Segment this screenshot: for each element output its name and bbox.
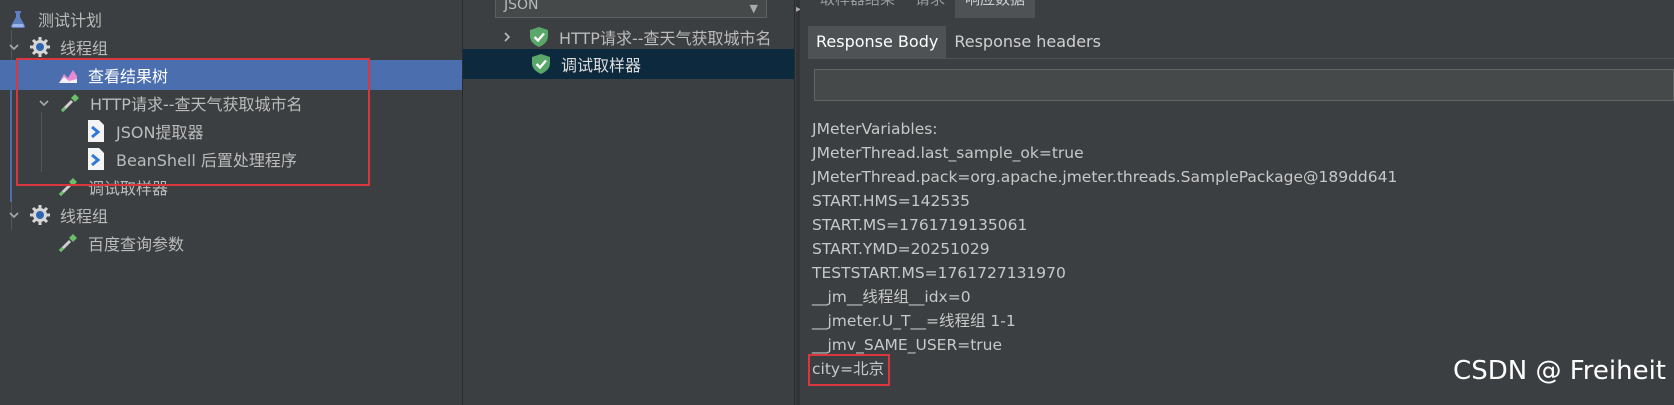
pipette-icon (58, 91, 82, 115)
result-tabs: 取样器结果 请求 响应数据 (810, 0, 1036, 18)
sampler-results-list: JSON ▼ HTTP请求--查天气获取城市名 调试取样器 (463, 0, 794, 405)
chevron-down-icon[interactable] (6, 207, 22, 223)
response-line: __jmeter.U_T__=线程组 1-1 (812, 312, 1016, 330)
renderer-select[interactable]: JSON ▼ (495, 0, 767, 18)
sampler-detail-panel: 取样器结果 请求 响应数据 Response Body Response hea… (800, 0, 1674, 405)
tab-sampler-result[interactable]: 取样器结果 (810, 0, 905, 18)
gear-icon (28, 35, 52, 59)
extractor-icon (84, 147, 108, 171)
tab-request[interactable]: 请求 (905, 0, 955, 18)
tree-item-thread-group-1[interactable]: 线程组 (0, 32, 462, 62)
tree-item-view-results-tree[interactable]: 查看结果树 (0, 60, 462, 90)
pipette-icon (56, 231, 80, 255)
response-line: __jm__线程组__idx=0 (812, 288, 971, 306)
tree-item-label: JSON提取器 (116, 123, 204, 142)
tree-item-label: 调试取样器 (88, 179, 169, 198)
result-row-debug-sampler[interactable]: 调试取样器 (463, 49, 794, 79)
tab-response-data[interactable]: 响应数据 (955, 0, 1036, 18)
search-input[interactable] (814, 69, 1674, 101)
response-line: TESTSTART.MS=1761727131970 (812, 264, 1066, 282)
tree-item-label: BeanShell 后置处理程序 (116, 151, 297, 170)
flask-icon (6, 7, 30, 31)
tree-item-baidu-query[interactable]: 百度查询参数 (0, 228, 462, 258)
tree-item-label: 线程组 (60, 207, 109, 226)
tree-item-label: 百度查询参数 (88, 235, 185, 254)
tree-item-label: 线程组 (60, 39, 109, 58)
response-line: __jmv_SAME_USER=true (812, 336, 1003, 354)
panel-splitter[interactable] (794, 0, 795, 405)
tree-item-label: 测试计划 (38, 11, 103, 30)
tree-item-label: 查看结果树 (88, 67, 169, 86)
renderer-select-value: JSON (504, 0, 539, 13)
test-plan-tree: 测试计划 线程组 查看结果树 HTTP请求--查天气获取城市名 JSON提取器 … (0, 0, 462, 405)
watermark: CSDN @ Freiheit (1453, 356, 1666, 386)
chart-icon (56, 63, 80, 87)
chevron-down-icon[interactable] (6, 39, 22, 55)
success-shield-icon (529, 52, 553, 76)
chevron-down-icon: ▼ (749, 2, 758, 15)
pipette-icon (56, 175, 80, 199)
success-shield-icon (527, 25, 551, 49)
gear-icon (28, 203, 52, 227)
response-body-text: JMeterVariables: JMeterThread.last_sampl… (812, 117, 1397, 381)
tab-response-headers[interactable]: Response headers (946, 26, 1109, 58)
response-line: START.HMS=142535 (812, 192, 970, 210)
tree-item-http-request[interactable]: HTTP请求--查天气获取城市名 (0, 88, 462, 118)
tree-item-test-plan[interactable]: 测试计划 (0, 4, 462, 34)
tree-item-debug-sampler[interactable]: 调试取样器 (0, 172, 462, 202)
result-row-http-request[interactable]: HTTP请求--查天气获取城市名 (463, 22, 794, 52)
response-line: JMeterThread.pack=org.apache.jmeter.thre… (812, 168, 1398, 186)
chevron-right-icon[interactable] (499, 29, 515, 45)
tree-item-thread-group-2[interactable]: 线程组 (0, 200, 462, 230)
result-row-label: HTTP请求--查天气获取城市名 (559, 29, 772, 48)
chevron-down-icon[interactable] (36, 95, 52, 111)
tree-item-beanshell-postprocessor[interactable]: BeanShell 后置处理程序 (0, 144, 462, 174)
divider (808, 58, 1674, 59)
response-line: START.MS=1761719135061 (812, 216, 1028, 234)
response-line: JMeterThread.last_sample_ok=true (812, 144, 1084, 162)
response-tabs: Response Body Response headers (808, 26, 1109, 58)
tree-item-json-extractor[interactable]: JSON提取器 (0, 116, 462, 146)
extractor-icon (84, 119, 108, 143)
response-line: JMeterVariables: (812, 120, 938, 138)
tab-response-body[interactable]: Response Body (808, 26, 947, 58)
tree-item-label: HTTP请求--查天气获取城市名 (90, 95, 303, 114)
result-row-label: 调试取样器 (561, 56, 642, 75)
response-line: START.YMD=20251029 (812, 240, 990, 258)
response-line-city: city=北京 (812, 360, 885, 378)
